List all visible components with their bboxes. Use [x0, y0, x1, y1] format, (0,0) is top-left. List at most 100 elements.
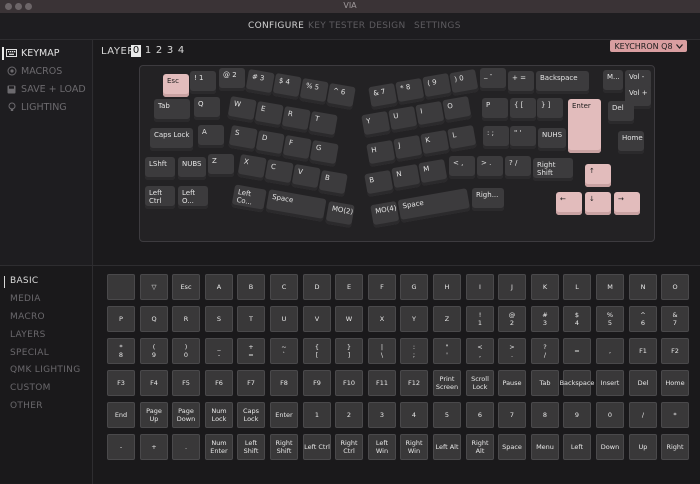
keycode-button[interactable]: Pause [498, 370, 526, 396]
keycode-button[interactable]: F2 [661, 338, 689, 364]
layer-2-button[interactable]: 2 [154, 45, 164, 57]
keycode-button[interactable]: ~ ` [270, 338, 298, 364]
key-left[interactable]: ← [556, 192, 582, 215]
key-l[interactable]: L [447, 124, 477, 153]
keycode-button[interactable]: ! 1 [466, 306, 494, 332]
key-lbracket[interactable]: { [ [510, 98, 536, 121]
keycode-button[interactable]: F [368, 274, 396, 300]
key-minus[interactable]: _ - [480, 68, 506, 91]
keycode-button[interactable]: F3 [107, 370, 135, 396]
key-4[interactable]: $ 4 [272, 72, 302, 101]
key-lshift[interactable]: LShft [145, 157, 175, 180]
keycode-button[interactable]: L [563, 274, 591, 300]
keycode-button[interactable] [107, 274, 135, 300]
key-2[interactable]: @ 2 [219, 68, 245, 91]
keycode-button[interactable]: | \ [368, 338, 396, 364]
keycode-button[interactable]: } ] [335, 338, 363, 364]
key-space-right[interactable]: Space [397, 188, 471, 223]
keycode-button[interactable]: F6 [205, 370, 233, 396]
category-custom[interactable]: CUSTOM [10, 383, 51, 393]
key-mo4[interactable]: MO(4) [370, 200, 400, 229]
key-enter[interactable]: Enter [568, 99, 601, 153]
key-nuhs[interactable]: NUHS [538, 128, 566, 151]
keycode-button[interactable]: F8 [270, 370, 298, 396]
keycode-button[interactable]: 6 [466, 402, 494, 428]
keycode-button[interactable]: E [335, 274, 363, 300]
key-0[interactable]: ) 0 [449, 68, 479, 97]
keycode-button[interactable]: { [ [303, 338, 331, 364]
keycode-button[interactable]: F7 [237, 370, 265, 396]
key-g[interactable]: G [309, 139, 339, 168]
key-tab[interactable]: Tab [154, 99, 190, 122]
keycode-button[interactable]: B [237, 274, 265, 300]
keycode-button[interactable]: Left Shift [237, 434, 265, 460]
keycode-button[interactable]: Down [596, 434, 624, 460]
keycode-button[interactable]: P [107, 306, 135, 332]
key-e[interactable]: E [254, 100, 284, 129]
key-n[interactable]: N [391, 163, 421, 192]
keycode-button[interactable]: Num Lock [205, 402, 233, 428]
key-1[interactable]: ! 1 [190, 71, 216, 94]
tab-configure[interactable]: CONFIGURE [248, 21, 304, 31]
keycode-button[interactable]: < , [466, 338, 494, 364]
keycode-button[interactable]: & 7 [661, 306, 689, 332]
layer-3-button[interactable]: 3 [165, 45, 175, 57]
key-space-left[interactable]: Space [265, 189, 327, 222]
keycode-button[interactable]: Tab [531, 370, 559, 396]
key-b-left[interactable]: B [318, 169, 348, 198]
keycode-button[interactable]: ) 0 [172, 338, 200, 364]
keycode-button[interactable]: " ' [433, 338, 461, 364]
keycode-button[interactable]: , [596, 338, 624, 364]
keycode-button[interactable]: Enter [270, 402, 298, 428]
keycode-button[interactable]: @ 2 [498, 306, 526, 332]
keycode-button[interactable]: Right Win [400, 434, 428, 460]
keycode-button[interactable]: F1 [629, 338, 657, 364]
keycode-button[interactable]: > . [498, 338, 526, 364]
keycode-button[interactable]: X [368, 306, 396, 332]
key-mo2[interactable]: MO(2) [325, 200, 355, 229]
keycode-button[interactable]: ( 9 [140, 338, 168, 364]
keycode-button[interactable]: 5 [433, 402, 461, 428]
keycode-button[interactable]: % 5 [596, 306, 624, 332]
keycode-button[interactable]: K [531, 274, 559, 300]
keycode-button[interactable]: + = [237, 338, 265, 364]
keycode-button[interactable]: - [107, 434, 135, 460]
keycode-button[interactable]: Del [629, 370, 657, 396]
key-comma[interactable]: < , [449, 156, 475, 179]
key-up[interactable]: ↑ [585, 164, 611, 187]
keycode-button[interactable]: . [172, 434, 200, 460]
key-d[interactable]: D [255, 129, 285, 158]
keycode-button[interactable]: 9 [563, 402, 591, 428]
key-a[interactable]: A [198, 125, 224, 148]
keycode-button[interactable]: Right Ctrl [335, 434, 363, 460]
layer-1-button[interactable]: 1 [143, 45, 153, 57]
key-5[interactable]: % 5 [299, 77, 329, 106]
keycode-button[interactable]: Home [661, 370, 689, 396]
keycode-button[interactable]: 1 [303, 402, 331, 428]
keycode-button[interactable]: Q [140, 306, 168, 332]
keycode-button[interactable]: D [303, 274, 331, 300]
keycode-button[interactable]: A [205, 274, 233, 300]
key-9[interactable]: ( 9 [422, 72, 452, 101]
menu-item-save-load[interactable]: SAVE + LOAD [6, 82, 86, 96]
keycode-button[interactable]: W [335, 306, 363, 332]
key-caps-lock[interactable]: Caps Lock [150, 128, 193, 151]
key-q[interactable]: Q [194, 97, 220, 120]
key-7[interactable]: & 7 [368, 82, 398, 111]
tab-design[interactable]: DESIGN [369, 21, 406, 31]
keycode-button[interactable]: 3 [368, 402, 396, 428]
keycode-button[interactable]: Right Alt [466, 434, 494, 460]
keycode-button[interactable]: 0 [596, 402, 624, 428]
key-w[interactable]: W [227, 95, 257, 124]
layer-4-button[interactable]: 4 [176, 45, 186, 57]
key-j[interactable]: J [393, 134, 423, 163]
keycode-button[interactable]: F10 [335, 370, 363, 396]
category-qmk-lighting[interactable]: QMK LIGHTING [10, 365, 80, 375]
key-v[interactable]: V [291, 163, 321, 192]
keyboard-selector[interactable]: KEYCHRON Q8 [610, 40, 687, 52]
keycode-button[interactable]: Left Alt [433, 434, 461, 460]
keycode-button[interactable]: Page Down [172, 402, 200, 428]
key-6[interactable]: ^ 6 [326, 82, 356, 111]
keycode-button[interactable]: F12 [400, 370, 428, 396]
keycode-button[interactable]: V [303, 306, 331, 332]
